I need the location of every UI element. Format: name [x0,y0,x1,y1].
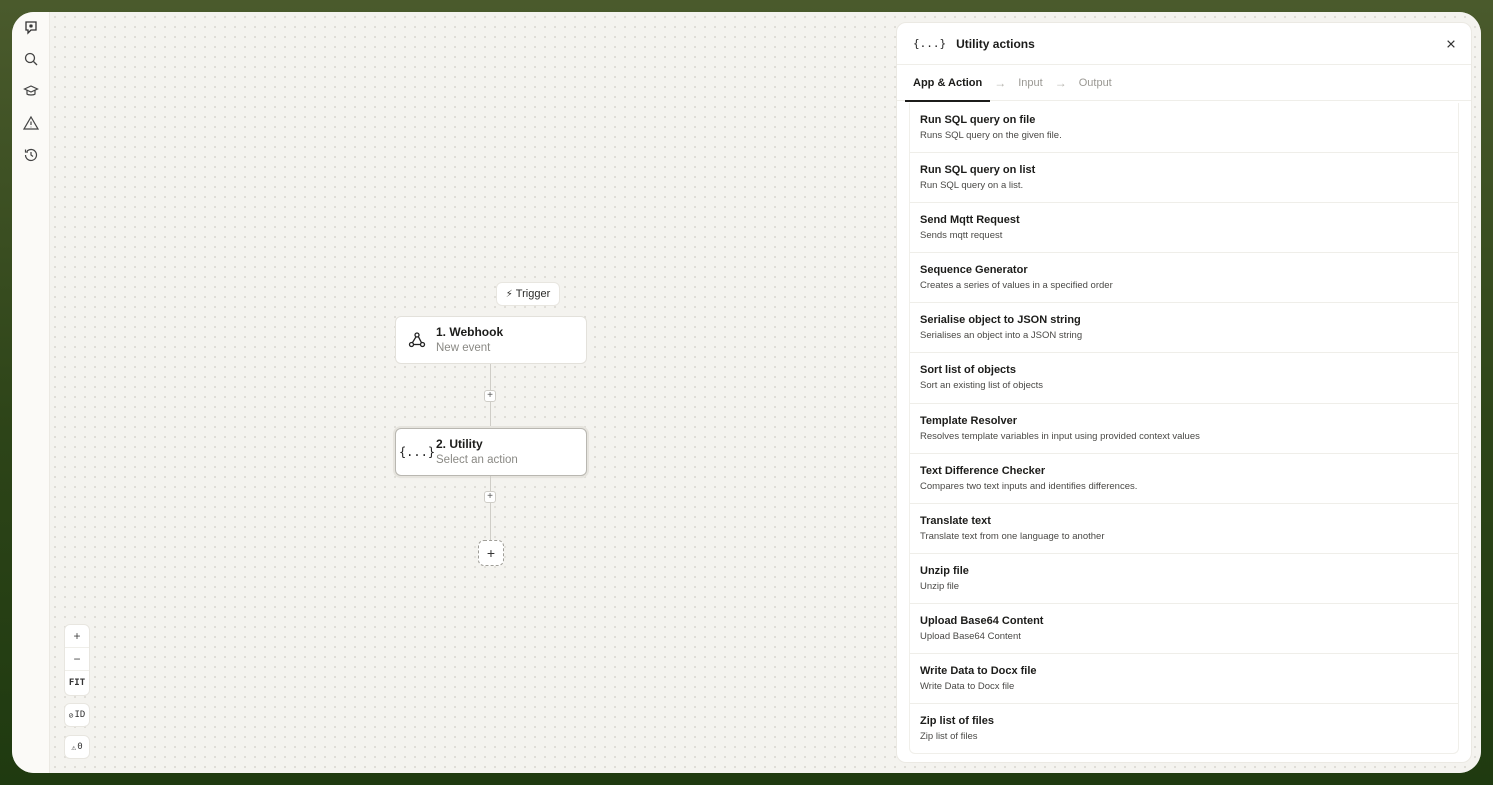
connector-line [490,503,491,540]
action-title: Write Data to Docx file [920,665,1037,678]
workflow-step-webhook[interactable]: 1. Webhook New event [395,316,587,364]
action-description: Write Data to Docx file [920,681,1015,693]
braces-icon: {...} [398,445,436,459]
list-item[interactable]: Unzip file Unzip file [910,554,1458,604]
zoom-controls: + − FIT [64,624,90,696]
insert-step-button[interactable]: + [484,390,496,402]
action-description: Sends mqtt request [920,230,1003,242]
list-item[interactable]: Run SQL query on file Runs SQL query on t… [910,103,1458,154]
action-title: Unzip file [920,564,969,577]
action-description: Run SQL query on a list. [920,180,1024,192]
add-step-button[interactable]: + [478,540,504,566]
action-description: Resolves template variables in input usi… [920,430,1200,442]
list-item[interactable]: Text Difference Checker Compares two text… [910,454,1458,504]
action-title: Run SQL query on file [920,114,1036,126]
action-title: Translate text [920,514,991,527]
utility-actions-panel: {...} Utility actions App & Action → Inp… [896,22,1472,763]
panel-tabs: App & Action → Input → Output [897,65,1471,102]
action-description: Serialises an object into a JSON string [920,330,1083,342]
panel-header: {...} Utility actions [897,23,1471,65]
eye-off-icon: ⊘ [68,710,74,720]
action-title: Sort list of objects [920,364,1016,377]
list-item[interactable]: Upload Base64 Content Upload Base64 Conte… [910,604,1458,655]
braces-icon: {...} [913,37,947,50]
warnings-count: 0 [77,742,83,752]
arrow-right-icon: → [1054,75,1067,90]
list-item[interactable]: Serialise object to JSON string Serialise… [910,303,1458,354]
logo-icon[interactable] [22,18,40,36]
action-title: Upload Base64 Content [920,614,1044,627]
zoom-out-button[interactable]: − [65,648,89,671]
id-label: ID [74,710,86,720]
graduation-cap-icon[interactable] [22,82,40,100]
toggle-id-button[interactable]: ⊘ ID [64,703,90,727]
warning-icon: ⚠︎ [71,742,77,752]
insert-step-button[interactable]: + [484,491,496,503]
step-subtitle: New event [436,341,491,354]
action-title: Run SQL query on list [920,164,1036,177]
warning-icon[interactable] [22,114,40,132]
app-window: ⚡︎ Trigger 1. Webhook New event + {...} … [12,12,1481,773]
action-title: Template Resolver [920,414,1018,427]
list-item[interactable]: Template Resolver Resolves template varia… [910,404,1458,454]
action-description: Runs SQL query on the given file. [920,130,1062,141]
action-description: Creates a series of values in a specifie… [920,280,1113,292]
list-item[interactable]: Sequence Generator Creates a series of va… [910,253,1458,304]
tab-output[interactable]: Output [1071,65,1120,101]
webhook-icon [406,329,428,351]
action-description: Translate text from one language to anot… [920,530,1105,542]
list-item[interactable]: Translate text Translate text from one la… [910,504,1458,554]
step-subtitle: Select an action [436,453,518,466]
action-description: Upload Base64 Content [920,630,1021,642]
action-description: Compares two text inputs and identifies … [920,480,1138,492]
step-title: 1. Webhook [436,324,504,339]
workflow-step-utility[interactable]: {...} 2. Utility Select an action [395,428,587,476]
list-item[interactable]: Sort list of objects Sort an existing lis… [910,353,1458,404]
tab-app-action[interactable]: App & Action [905,65,991,102]
trigger-chip-label: Trigger [515,288,551,300]
warnings-button[interactable]: ⚠︎ 0 [64,735,90,759]
action-title: Sequence Generator [920,264,1028,277]
panel-title: Utility actions [956,36,1035,51]
zoom-in-button[interactable]: + [65,625,89,648]
action-title: Serialise object to JSON string [920,314,1081,327]
list-item[interactable]: Zip list of files Zip list of files [910,704,1458,753]
fit-view-button[interactable]: FIT [65,671,89,694]
sidebar [12,12,50,773]
list-item[interactable]: Send Mqtt Request Sends mqtt request [910,203,1458,254]
action-list[interactable]: Run SQL query on file Runs SQL query on t… [909,103,1459,754]
action-description: Sort an existing list of objects [920,380,1044,392]
connector-line [490,476,491,491]
action-title: Send Mqtt Request [920,214,1020,227]
connector-line [490,364,491,390]
step-title: 2. Utility [436,436,483,451]
list-item[interactable]: Write Data to Docx file Write Data to Doc… [910,654,1458,705]
arrow-right-icon: → [994,75,1007,90]
tab-input[interactable]: Input [1010,65,1050,101]
history-icon[interactable] [22,146,40,164]
bolt-icon: ⚡︎ [505,288,513,300]
action-description: Unzip file [920,580,960,592]
close-icon[interactable] [1443,36,1459,52]
search-icon[interactable] [22,50,40,68]
trigger-chip[interactable]: ⚡︎ Trigger [496,282,560,306]
action-title: Zip list of files [920,715,994,728]
action-title: Text Difference Checker [920,464,1046,477]
action-description: Zip list of files [920,731,978,743]
list-item[interactable]: Run SQL query on list Run SQL query on a … [910,153,1458,204]
connector-line [490,402,491,428]
